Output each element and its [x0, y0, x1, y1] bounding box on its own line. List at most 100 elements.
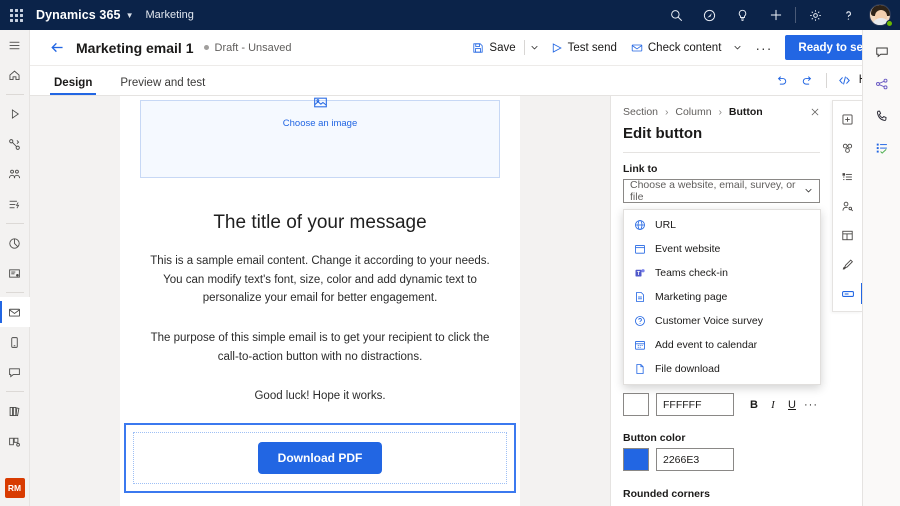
email-paragraph-1[interactable]: This is a sample email content. Change i… [148, 252, 492, 308]
link-to-dropdown[interactable]: Choose a website, email, survey, or file [623, 179, 820, 203]
layout-icon[interactable] [833, 221, 863, 250]
text-format-buttons: B I U ··· [745, 395, 820, 415]
more-commands-button[interactable]: ··· [746, 43, 781, 53]
sidebar-item-recent[interactable] [0, 99, 30, 129]
breadcrumb: Section › Column › Button [623, 106, 820, 118]
link-option-file-download[interactable]: File download [624, 357, 820, 381]
back-arrow-icon[interactable] [42, 33, 72, 63]
image-icon [313, 96, 328, 115]
help-icon[interactable] [832, 0, 865, 30]
sidebar-item-analytics[interactable] [0, 228, 30, 258]
link-option-add-event-to-calendar[interactable]: Add event to calendar [624, 333, 820, 357]
sidebar-item-marketing-emails[interactable] [0, 297, 30, 327]
text-color-swatch[interactable] [623, 393, 649, 416]
chevron-down-icon[interactable]: ▼ [126, 11, 134, 20]
file-icon [633, 363, 646, 376]
underline-button[interactable]: U [783, 395, 801, 415]
sidebar-item-mobile[interactable] [0, 327, 30, 357]
brand-title[interactable]: Dynamics 365 [36, 8, 121, 22]
save-label: Save [489, 42, 515, 54]
panel-header: Section › Column › Button Edit button [611, 96, 832, 153]
breadcrumb-column[interactable]: Column [675, 106, 711, 118]
text-color-row: FFFFFF B I U ··· [623, 393, 820, 416]
sidebar-item-messages[interactable] [0, 357, 30, 387]
save-chevron-down-icon[interactable] [526, 34, 544, 62]
download-pdf-button[interactable]: Download PDF [258, 442, 383, 474]
survey-icon [633, 315, 646, 328]
link-to-options-list[interactable]: URL Event website T [623, 209, 821, 385]
close-icon[interactable] [807, 104, 823, 120]
breadcrumb-section[interactable]: Section [623, 106, 658, 118]
share-icon[interactable] [867, 68, 897, 100]
undo-icon[interactable] [769, 68, 795, 92]
app-launcher-icon[interactable] [0, 9, 32, 22]
bold-button[interactable]: B [745, 395, 763, 415]
breadcrumb-button[interactable]: Button [729, 106, 763, 118]
link-option-event-website[interactable]: Event website [624, 237, 820, 261]
personalization-icon[interactable] [833, 192, 863, 221]
tab-design[interactable]: Design [50, 77, 96, 95]
add-element-icon[interactable] [833, 105, 863, 134]
presence-indicator [886, 20, 893, 27]
tab-bar: Design Preview and test HTML [30, 66, 900, 96]
text-color-hex-input[interactable]: FFFFFF [656, 393, 734, 416]
top-bar-actions [660, 0, 900, 30]
sidebar-item-insights[interactable] [0, 258, 30, 288]
email-paragraph-3[interactable]: Good luck! Hope it works. [148, 387, 492, 406]
redo-icon[interactable] [795, 68, 821, 92]
italic-button[interactable]: I [764, 395, 782, 415]
link-option-label: Event website [655, 243, 720, 255]
button-drop-zone[interactable]: Download PDF [133, 432, 507, 484]
user-badge[interactable]: RM [5, 478, 25, 498]
ideas-lightbulb-icon[interactable] [726, 0, 759, 30]
gear-icon[interactable] [799, 0, 832, 30]
image-placeholder-block[interactable]: Choose an image [140, 100, 500, 178]
sidebar-item-menu[interactable] [0, 30, 30, 60]
button-color-hex-input[interactable]: 2266E3 [656, 448, 734, 471]
right-utility-rail [862, 30, 900, 506]
chevron-down-icon [804, 186, 813, 197]
email-design-canvas[interactable]: Choose an image The title of your messag… [30, 96, 610, 506]
choose-an-image-label[interactable]: Choose an image [283, 118, 357, 129]
tab-preview-and-test[interactable]: Preview and test [116, 77, 209, 95]
assistant-icon[interactable] [693, 0, 726, 30]
button-color-label: Button color [623, 432, 820, 444]
add-icon[interactable] [759, 0, 792, 30]
sidebar-item-templates[interactable] [0, 426, 30, 456]
link-option-marketing-page[interactable]: Marketing page [624, 285, 820, 309]
link-option-url[interactable]: URL [624, 213, 820, 237]
puzzle-icon[interactable] [833, 134, 863, 163]
check-content-button[interactable]: Check content [624, 34, 729, 62]
button-properties-icon[interactable] [833, 279, 863, 308]
link-option-label: Teams check-in [655, 267, 728, 279]
link-option-label: Marketing page [655, 291, 727, 303]
search-icon[interactable] [660, 0, 693, 30]
code-icon [836, 68, 854, 92]
chat-bubble-icon[interactable] [867, 36, 897, 68]
sidebar-item-customer-journeys[interactable] [0, 129, 30, 159]
sidebar-item-library[interactable] [0, 396, 30, 426]
selected-button-block[interactable]: Download PDF [124, 423, 516, 493]
toolbox-list-icon[interactable] [833, 163, 863, 192]
checklist-icon[interactable] [867, 132, 897, 164]
sidebar-item-segments[interactable] [0, 159, 30, 189]
brush-icon[interactable] [833, 250, 863, 279]
email-body: Choose an image The title of your messag… [120, 96, 520, 506]
link-option-teams-check-in[interactable]: T Teams check-in [624, 261, 820, 285]
save-button[interactable]: Save [465, 34, 522, 62]
command-bar-actions: Save Test send [465, 34, 900, 62]
calendar-icon [633, 243, 646, 256]
email-title[interactable]: The title of your message [120, 212, 520, 234]
test-send-button[interactable]: Test send [544, 34, 624, 62]
phone-icon[interactable] [867, 100, 897, 132]
button-color-swatch[interactable] [623, 448, 649, 471]
sidebar-item-flows[interactable] [0, 189, 30, 219]
more-format-button[interactable]: ··· [802, 395, 820, 415]
sidebar-item-home[interactable] [0, 60, 30, 90]
divider [6, 223, 24, 224]
link-option-customer-voice-survey[interactable]: Customer Voice survey [624, 309, 820, 333]
check-content-chevron-down-icon[interactable] [728, 34, 746, 62]
globe-icon [633, 219, 646, 232]
email-paragraph-2[interactable]: The purpose of this simple email is to g… [148, 329, 492, 366]
divider [6, 391, 24, 392]
